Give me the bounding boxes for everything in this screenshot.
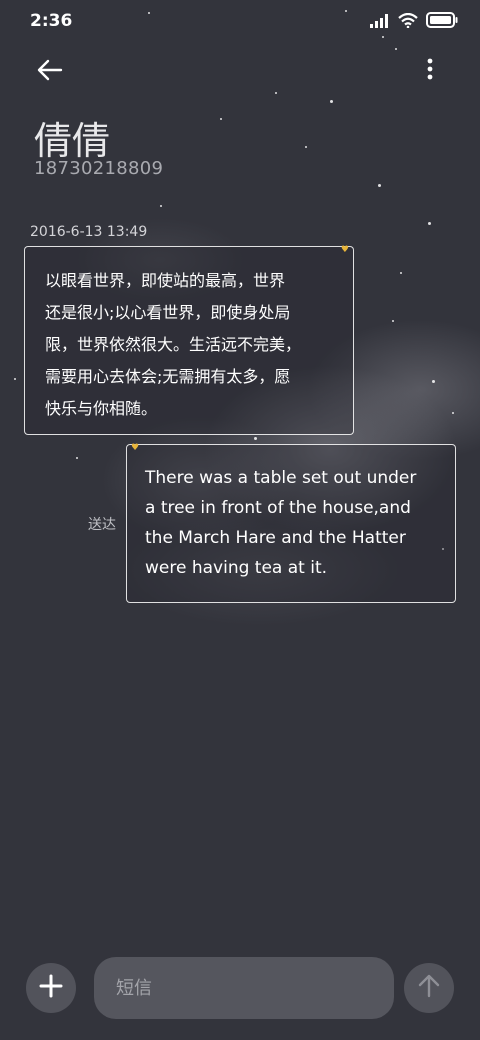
incoming-message-bubble[interactable]: ♥ 以眼看世界，即使站的最高，世界 还是很小;以心看世界，即使身处局 限，世界依… (24, 245, 354, 435)
arrow-up-icon (416, 973, 442, 1003)
composer-bar (0, 950, 480, 1030)
battery-icon (426, 12, 458, 32)
status-bar: 2:36 (0, 0, 480, 42)
status-time: 2:36 (30, 11, 73, 31)
delivery-status: 送达 (88, 517, 116, 533)
sms-input[interactable] (94, 957, 394, 1019)
more-vertical-icon (418, 58, 442, 88)
contact-number: 18730218809 (34, 158, 164, 179)
outgoing-message-bubble[interactable]: ♥ There was a table set out under a tree… (126, 443, 456, 603)
incoming-message-text: 以眼看世界，即使站的最高，世界 还是很小;以心看世界，即使身处局 限，世界依然很… (45, 271, 302, 418)
send-button[interactable] (404, 963, 454, 1013)
add-attachment-button[interactable] (26, 963, 76, 1013)
arrow-left-icon (34, 59, 66, 88)
heart-icon: ♥ (131, 443, 140, 453)
more-options-button[interactable] (418, 56, 442, 84)
status-icons (370, 12, 458, 32)
signal-icon (370, 13, 390, 32)
wifi-icon (398, 12, 418, 32)
heart-icon: ♥ (340, 245, 349, 255)
back-button[interactable] (34, 56, 66, 84)
outgoing-message-text: There was a table set out under a tree i… (145, 468, 417, 578)
message-timestamp: 2016-6-13 13:49 (30, 224, 148, 240)
contact-name: 倩倩 (34, 119, 111, 163)
plus-icon (39, 974, 63, 1002)
